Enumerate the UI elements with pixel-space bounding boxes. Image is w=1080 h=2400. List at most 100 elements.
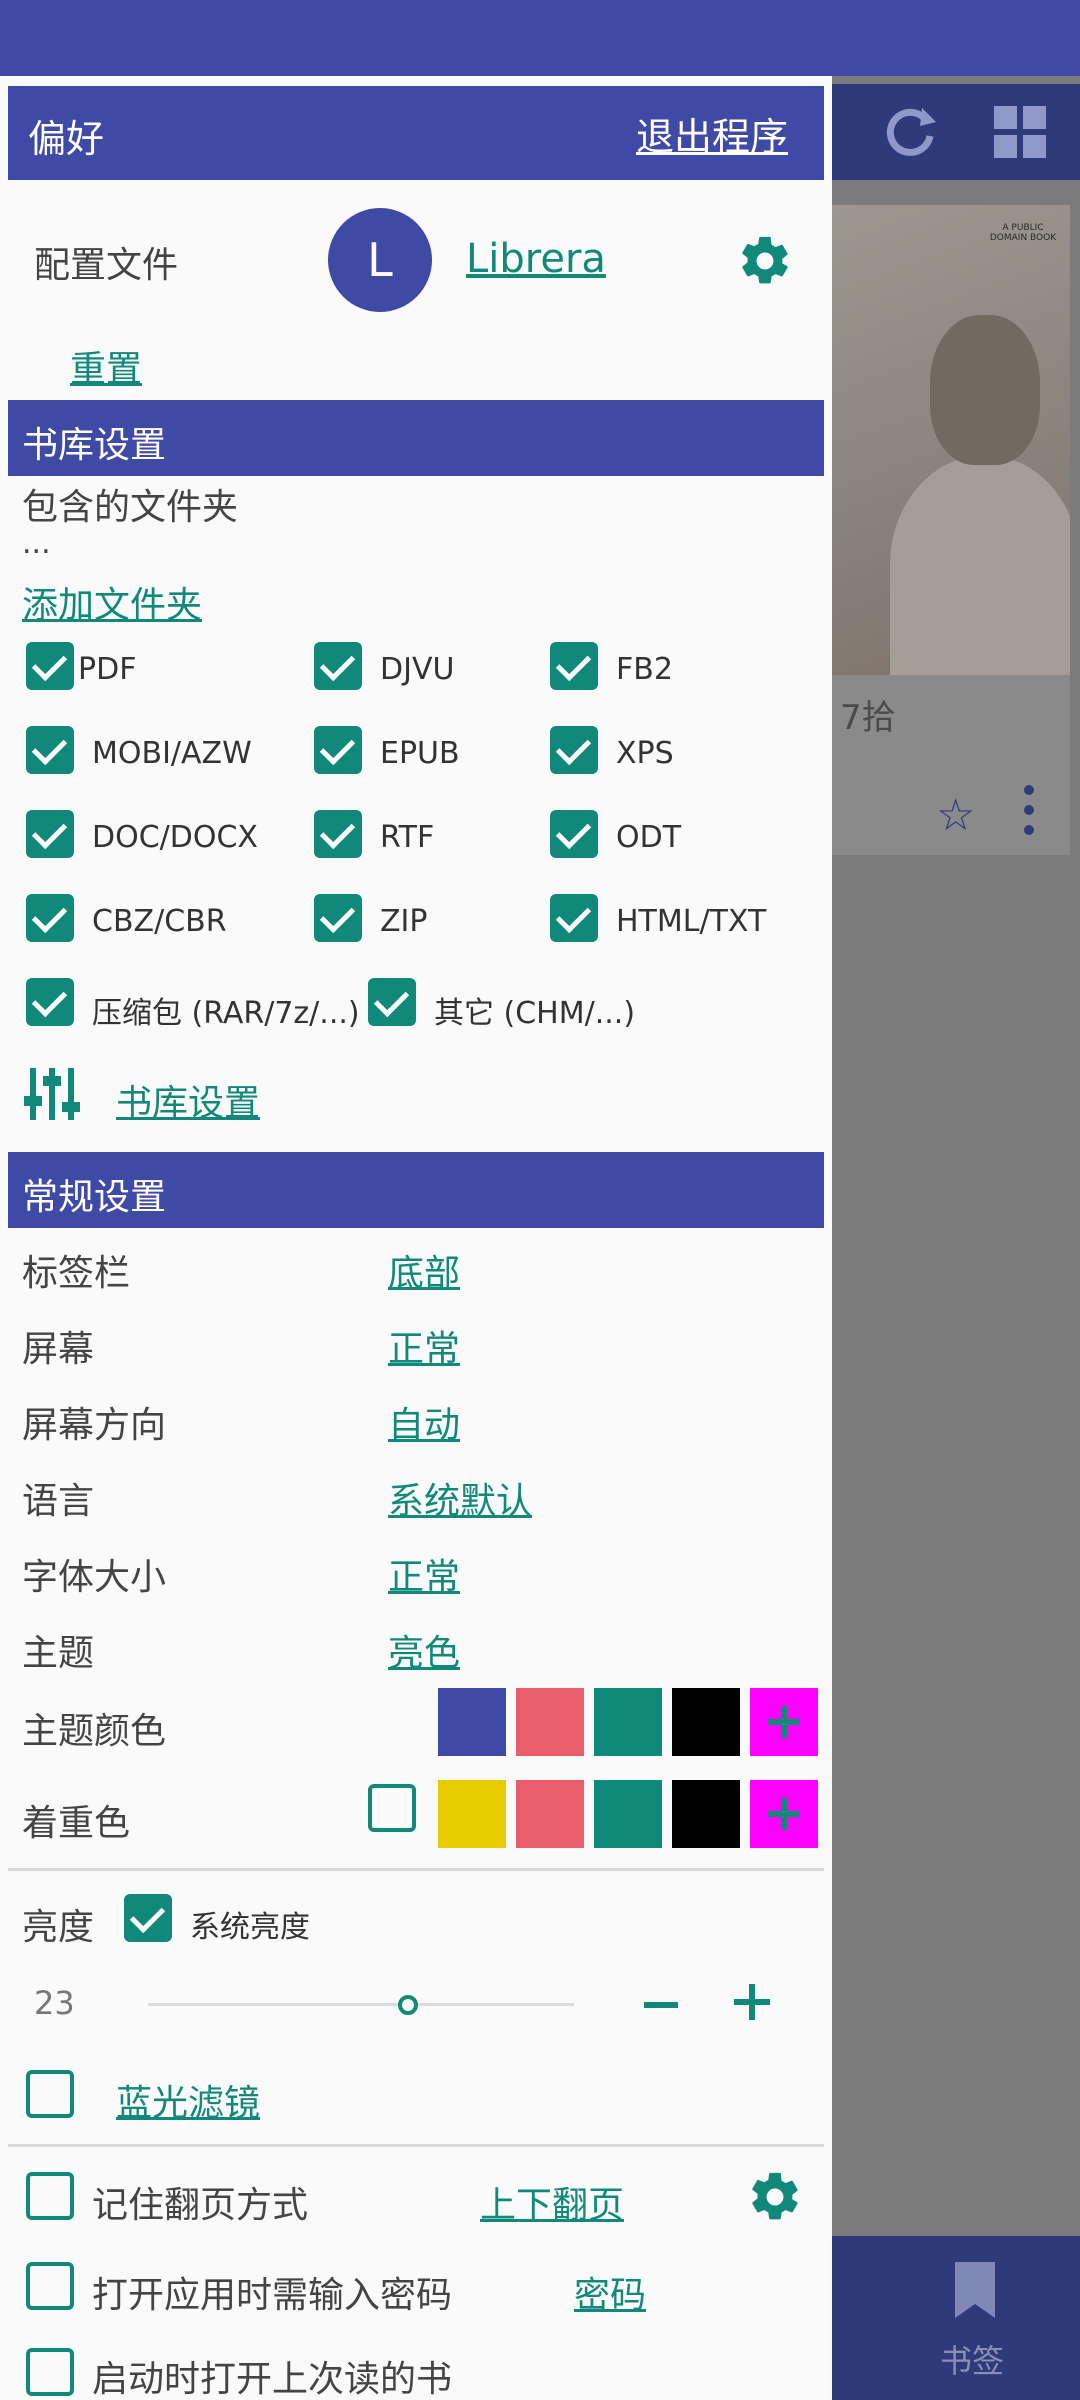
checkbox-cbz[interactable] (26, 894, 74, 942)
gear-icon[interactable] (736, 232, 794, 294)
format-label: MOBI/AZW (92, 736, 252, 771)
open-last-book-label: 启动时打开上次读的书 (92, 2359, 453, 2400)
theme-add-color-button[interactable] (750, 1688, 818, 1756)
orientation-label: 屏幕方向 (22, 1405, 167, 1446)
brightness-value: 23 (34, 1984, 75, 2022)
theme-swatch-indigo[interactable] (438, 1688, 506, 1756)
library-settings-link[interactable]: 书库设置 (116, 1074, 260, 1126)
format-label: ODT (616, 820, 682, 855)
accent-checkbox[interactable] (368, 1784, 416, 1832)
plus-icon (768, 1706, 800, 1738)
divider (8, 1868, 824, 1871)
reset-link[interactable]: 重置 (70, 340, 142, 392)
language-label: 语言 (22, 1481, 95, 1522)
open-last-book-checkbox[interactable] (26, 2348, 74, 2396)
remember-page-checkbox[interactable] (26, 2172, 74, 2220)
drawer-header: 偏好 退出程序 (8, 86, 824, 180)
general-section-title: 常规设置 (22, 1177, 167, 1218)
star-icon[interactable]: ☆ (936, 790, 975, 841)
remember-page-label: 记住翻页方式 (92, 2185, 309, 2226)
tabbar-label: 标签栏 (22, 1253, 131, 1294)
avatar[interactable]: L (328, 208, 432, 312)
brightness-slider[interactable] (148, 2003, 574, 2006)
library-section-title: 书库设置 (22, 425, 167, 466)
checkbox-rtf[interactable] (314, 810, 362, 858)
accent-swatch-red[interactable] (516, 1780, 584, 1848)
format-label: DOC/DOCX (92, 820, 258, 855)
background-toolbar (830, 84, 1080, 180)
theme-swatch-black[interactable] (672, 1688, 740, 1756)
checkbox-epub[interactable] (314, 726, 362, 774)
format-label: HTML/TXT (616, 904, 767, 939)
format-label: EPUB (380, 736, 460, 771)
theme-color-label: 主题颜色 (22, 1711, 167, 1752)
system-brightness-checkbox[interactable] (124, 1894, 172, 1942)
status-bar (0, 0, 1080, 76)
blue-filter-link[interactable]: 蓝光滤镜 (116, 2074, 260, 2126)
checkbox-doc[interactable] (26, 810, 74, 858)
format-label: PDF (78, 652, 137, 687)
general-section-header: 常规设置 (8, 1152, 824, 1228)
grid-view-icon[interactable] (970, 84, 1070, 180)
language-value-link[interactable]: 系统默认 (388, 1472, 532, 1524)
gear-icon[interactable] (746, 2168, 804, 2230)
brightness-label: 亮度 (22, 1907, 95, 1948)
format-label: 其它 (CHM/...) (434, 996, 636, 1031)
profile-name-link[interactable]: Librera (466, 236, 606, 282)
blue-filter-checkbox[interactable] (26, 2070, 74, 2118)
checkbox-zip[interactable] (314, 894, 362, 942)
theme-swatch-teal[interactable] (594, 1688, 662, 1756)
checkbox-mobi[interactable] (26, 726, 74, 774)
accent-color-label: 着重色 (22, 1803, 131, 1844)
tune-icon[interactable] (22, 1064, 82, 1128)
checkbox-djvu[interactable] (314, 642, 362, 690)
password-label: 打开应用时需输入密码 (92, 2275, 453, 2316)
brightness-slider-thumb[interactable] (398, 1995, 418, 2015)
password-link[interactable]: 密码 (574, 2266, 646, 2318)
add-folder-link[interactable]: 添加文件夹 (22, 576, 202, 628)
more-vert-icon[interactable] (1020, 785, 1038, 835)
tabbar-value-link[interactable]: 底部 (388, 1244, 460, 1296)
system-brightness-label: 系统亮度 (190, 1910, 310, 1945)
checkbox-pdf[interactable] (26, 642, 74, 690)
exit-app-link[interactable]: 退出程序 (636, 106, 788, 161)
theme-value-link[interactable]: 亮色 (388, 1624, 460, 1676)
book-cover: A PUBLIC DOMAIN BOOK (830, 205, 1070, 675)
theme-label: 主题 (22, 1633, 95, 1674)
checkbox-fb2[interactable] (550, 642, 598, 690)
accent-add-color-button[interactable] (750, 1780, 818, 1848)
theme-swatch-red[interactable] (516, 1688, 584, 1756)
password-checkbox[interactable] (26, 2262, 74, 2310)
bookmark-tab-label[interactable]: 书签 (940, 2336, 1004, 2382)
checkbox-odt[interactable] (550, 810, 598, 858)
screen-label: 屏幕 (22, 1329, 95, 1370)
preferences-drawer: 偏好 退出程序 配置文件 L Librera 重置 书库设置 包含的文件夹 ..… (0, 76, 832, 2400)
format-label: XPS (616, 736, 674, 771)
sync-icon[interactable] (860, 84, 960, 180)
drawer-title: 偏好 (28, 117, 105, 161)
accent-swatch-yellow[interactable] (438, 1780, 506, 1848)
page-mode-link[interactable]: 上下翻页 (480, 2176, 624, 2228)
minus-icon[interactable] (644, 2002, 678, 2008)
folders-value: ... (22, 526, 51, 561)
checkbox-xps[interactable] (550, 726, 598, 774)
plus-icon (768, 1798, 800, 1830)
format-label: 压缩包 (RAR/7z/...) (92, 996, 360, 1031)
avatar-letter: L (367, 233, 393, 287)
accent-swatch-black[interactable] (672, 1780, 740, 1848)
checkbox-other[interactable] (368, 978, 416, 1026)
checkbox-archives[interactable] (26, 978, 74, 1026)
format-label: RTF (380, 820, 435, 855)
accent-swatch-teal[interactable] (594, 1780, 662, 1848)
folders-label: 包含的文件夹 (22, 487, 239, 528)
orientation-value-link[interactable]: 自动 (388, 1396, 460, 1448)
format-label: DJVU (380, 652, 455, 687)
cover-text: A PUBLIC DOMAIN BOOK (989, 223, 1057, 243)
font-size-value-link[interactable]: 正常 (388, 1548, 460, 1600)
plus-icon[interactable] (734, 1984, 770, 2020)
format-label: FB2 (616, 652, 673, 687)
checkbox-html[interactable] (550, 894, 598, 942)
screen-value-link[interactable]: 正常 (388, 1320, 460, 1372)
format-label: ZIP (380, 904, 428, 939)
book-title: 7拾 (840, 698, 896, 738)
